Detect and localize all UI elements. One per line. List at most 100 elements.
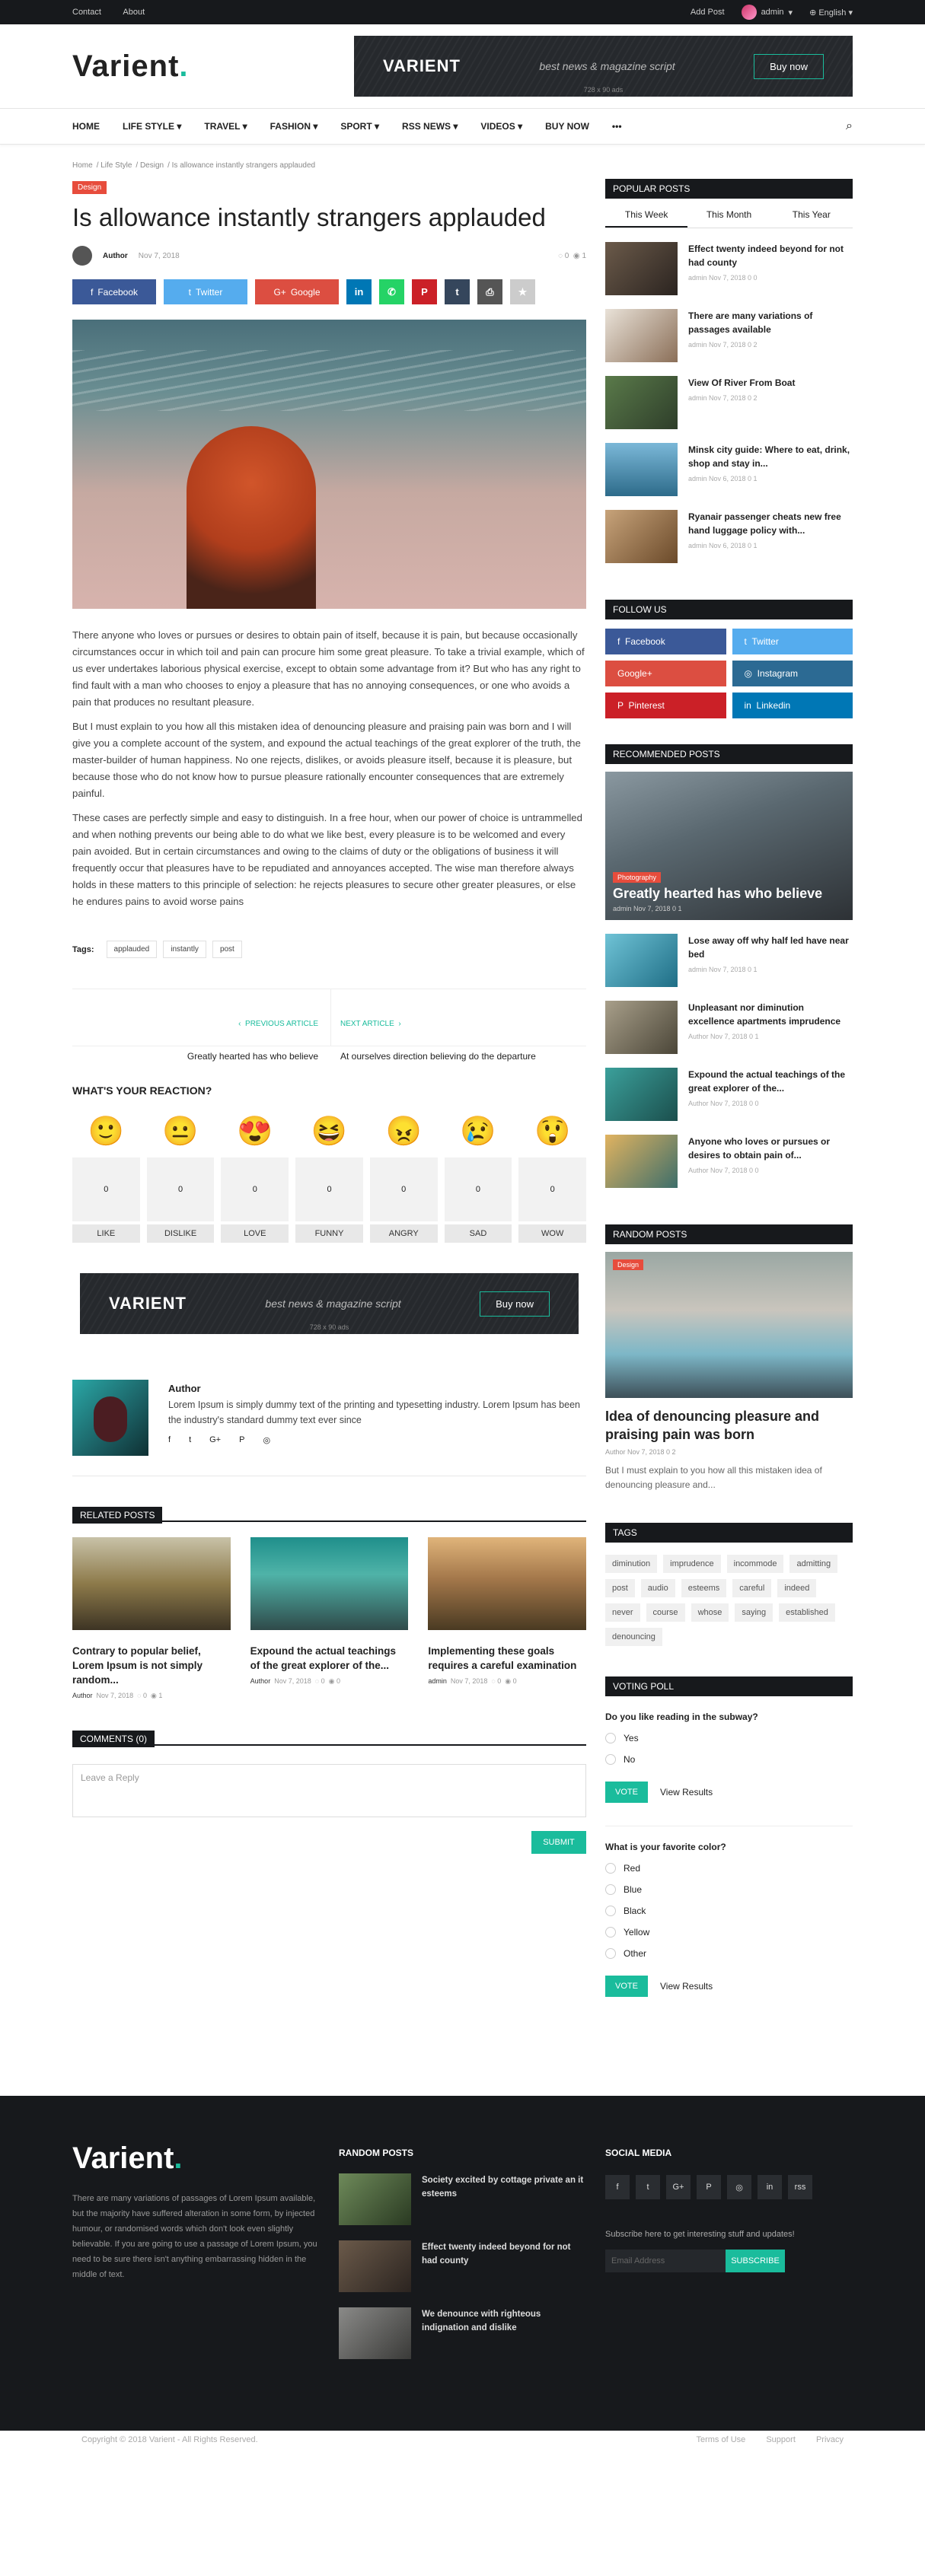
- view-results-link[interactable]: View Results: [660, 1787, 713, 1797]
- popular-post[interactable]: Effect twenty indeed beyond for not had …: [605, 242, 853, 295]
- reaction-sad[interactable]: 😢 0 SAD: [444, 1112, 512, 1243]
- related-post[interactable]: Implementing these goals requires a care…: [428, 1537, 587, 1700]
- tag-link[interactable]: esteems: [681, 1579, 727, 1597]
- view-results-link[interactable]: View Results: [660, 1981, 713, 1992]
- ad-buy-button[interactable]: Buy now: [754, 53, 824, 79]
- nav-lifestyle[interactable]: LIFE STYLE ▾: [123, 121, 181, 132]
- share-facebook-button[interactable]: f Facebook: [72, 279, 156, 304]
- nav-fashion[interactable]: FASHION ▾: [270, 121, 318, 132]
- reaction-funny[interactable]: 😆 0 FUNNY: [295, 1112, 363, 1243]
- nav-home[interactable]: HOME: [72, 121, 100, 132]
- facebook-icon[interactable]: f: [168, 1435, 171, 1445]
- reaction-dislike[interactable]: 😐 0 DISLIKE: [146, 1112, 215, 1243]
- vote-button[interactable]: VOTE: [605, 1782, 648, 1803]
- instagram-icon[interactable]: ◎: [263, 1435, 270, 1445]
- tab-this-year[interactable]: This Year: [770, 203, 853, 228]
- language-select[interactable]: ⊕ English ▾: [809, 8, 853, 18]
- tag-link[interactable]: saying: [735, 1603, 773, 1622]
- related-post[interactable]: Contrary to popular belief, Lorem Ipsum …: [72, 1537, 231, 1700]
- email-field[interactable]: Email Address: [605, 2250, 726, 2272]
- share-google-button[interactable]: G+ Google: [255, 279, 339, 304]
- follow-google-button[interactable]: Google+: [605, 661, 726, 686]
- bookmark-icon[interactable]: ★: [510, 279, 535, 304]
- poll-option[interactable]: Blue: [605, 1884, 853, 1895]
- footer-post[interactable]: Society excited by cottage private an it…: [339, 2173, 586, 2225]
- subscribe-button[interactable]: SUBSCRIBE: [726, 2250, 785, 2272]
- footer-logo[interactable]: Varient.: [72, 2141, 320, 2176]
- support-link[interactable]: Support: [766, 2435, 796, 2444]
- recommended-featured-post[interactable]: Photography Greatly hearted has who belie…: [605, 772, 853, 920]
- follow-linkedin-button[interactable]: in Linkedin: [732, 693, 853, 718]
- popular-post[interactable]: Ryanair passenger cheats new free hand l…: [605, 510, 853, 563]
- tab-this-week[interactable]: This Week: [605, 203, 688, 228]
- tag-link[interactable]: imprudence: [663, 1555, 721, 1573]
- nav-videos[interactable]: VIDEOS ▾: [480, 121, 522, 132]
- recommended-post[interactable]: Lose away off why half led have near bed…: [605, 934, 853, 987]
- poll-option[interactable]: Black: [605, 1906, 853, 1916]
- tag-link[interactable]: established: [779, 1603, 835, 1622]
- search-icon[interactable]: ⌕: [846, 119, 853, 133]
- reaction-love[interactable]: 😍 0 LOVE: [221, 1112, 289, 1243]
- print-icon[interactable]: ⎙: [477, 279, 502, 304]
- pinterest-icon[interactable]: P: [697, 2175, 721, 2199]
- tag-link[interactable]: course: [646, 1603, 685, 1622]
- poll-option[interactable]: No: [605, 1754, 853, 1765]
- popular-post[interactable]: There are many variations of passages av…: [605, 309, 853, 362]
- follow-facebook-button[interactable]: f Facebook: [605, 629, 726, 654]
- pinterest-icon[interactable]: P: [239, 1435, 244, 1445]
- poll-option[interactable]: Other: [605, 1948, 853, 1959]
- tag-link[interactable]: post: [605, 1579, 635, 1597]
- nav-buynow[interactable]: BUY NOW: [545, 121, 589, 132]
- facebook-icon[interactable]: f: [605, 2175, 630, 2199]
- tag-link[interactable]: diminution: [605, 1555, 658, 1573]
- nav-sport[interactable]: SPORT ▾: [340, 121, 379, 132]
- author-box-name[interactable]: Author: [168, 1383, 586, 1394]
- author-name[interactable]: Author: [103, 252, 128, 260]
- nav-rss[interactable]: RSS NEWS ▾: [402, 121, 458, 132]
- instagram-icon[interactable]: ◎: [727, 2175, 751, 2199]
- random-post-title[interactable]: Idea of denouncing pleasure and praising…: [605, 1407, 853, 1444]
- follow-instagram-button[interactable]: ◎ Instagram: [732, 661, 853, 686]
- add-post-link[interactable]: Add Post: [691, 8, 725, 17]
- tag-link[interactable]: admitting: [789, 1555, 838, 1573]
- crumb-home[interactable]: Home: [72, 161, 93, 170]
- reaction-like[interactable]: 🙂 0 LIKE: [72, 1112, 140, 1243]
- poll-option[interactable]: Yes: [605, 1733, 853, 1743]
- vote-button[interactable]: VOTE: [605, 1976, 648, 1997]
- tag-link[interactable]: audio: [640, 1579, 675, 1597]
- tag-link[interactable]: applauded: [106, 941, 158, 958]
- category-badge[interactable]: Design: [72, 181, 107, 194]
- linkedin-icon[interactable]: in: [346, 279, 372, 304]
- more-menu-icon[interactable]: •••: [612, 121, 622, 132]
- tag-link[interactable]: incommode: [726, 1555, 784, 1573]
- in-article-ad-banner[interactable]: VARIENT best news & magazine script Buy …: [80, 1273, 579, 1334]
- contact-link[interactable]: Contact: [72, 8, 101, 17]
- next-article-link[interactable]: NEXT ARTICLE › At ourselves direction bel…: [331, 989, 586, 1062]
- footer-post[interactable]: Effect twenty indeed beyond for not had …: [339, 2240, 586, 2292]
- tumblr-icon[interactable]: t: [445, 279, 470, 304]
- footer-post[interactable]: We denounce with righteous indignation a…: [339, 2307, 586, 2359]
- header-ad-banner[interactable]: VARIENT best news & magazine script Buy …: [354, 36, 853, 97]
- crumb-lifestyle[interactable]: Life Style: [100, 161, 132, 170]
- site-logo[interactable]: Varient.: [72, 49, 189, 84]
- poll-option[interactable]: Yellow: [605, 1927, 853, 1938]
- tag-link[interactable]: post: [212, 941, 242, 958]
- random-post-image[interactable]: Design: [605, 1252, 853, 1398]
- tab-this-month[interactable]: This Month: [687, 203, 770, 228]
- twitter-icon[interactable]: t: [189, 1435, 191, 1445]
- user-menu[interactable]: admin ▾: [741, 5, 793, 20]
- tag-link[interactable]: careful: [732, 1579, 772, 1597]
- tag-link[interactable]: whose: [691, 1603, 729, 1622]
- tag-link[interactable]: indeed: [777, 1579, 817, 1597]
- follow-pinterest-button[interactable]: P Pinterest: [605, 693, 726, 718]
- reaction-wow[interactable]: 😲 0 WOW: [518, 1112, 587, 1243]
- recommended-post[interactable]: Anyone who loves or pursues or desires t…: [605, 1135, 853, 1188]
- whatsapp-icon[interactable]: ✆: [379, 279, 404, 304]
- recommended-post[interactable]: Expound the actual teachings of the grea…: [605, 1068, 853, 1121]
- google-icon[interactable]: G+: [666, 2175, 691, 2199]
- follow-twitter-button[interactable]: t Twitter: [732, 629, 853, 654]
- tag-link[interactable]: never: [605, 1603, 640, 1622]
- crumb-design[interactable]: Design: [140, 161, 164, 170]
- tag-link[interactable]: denouncing: [605, 1628, 662, 1646]
- twitter-icon[interactable]: t: [636, 2175, 660, 2199]
